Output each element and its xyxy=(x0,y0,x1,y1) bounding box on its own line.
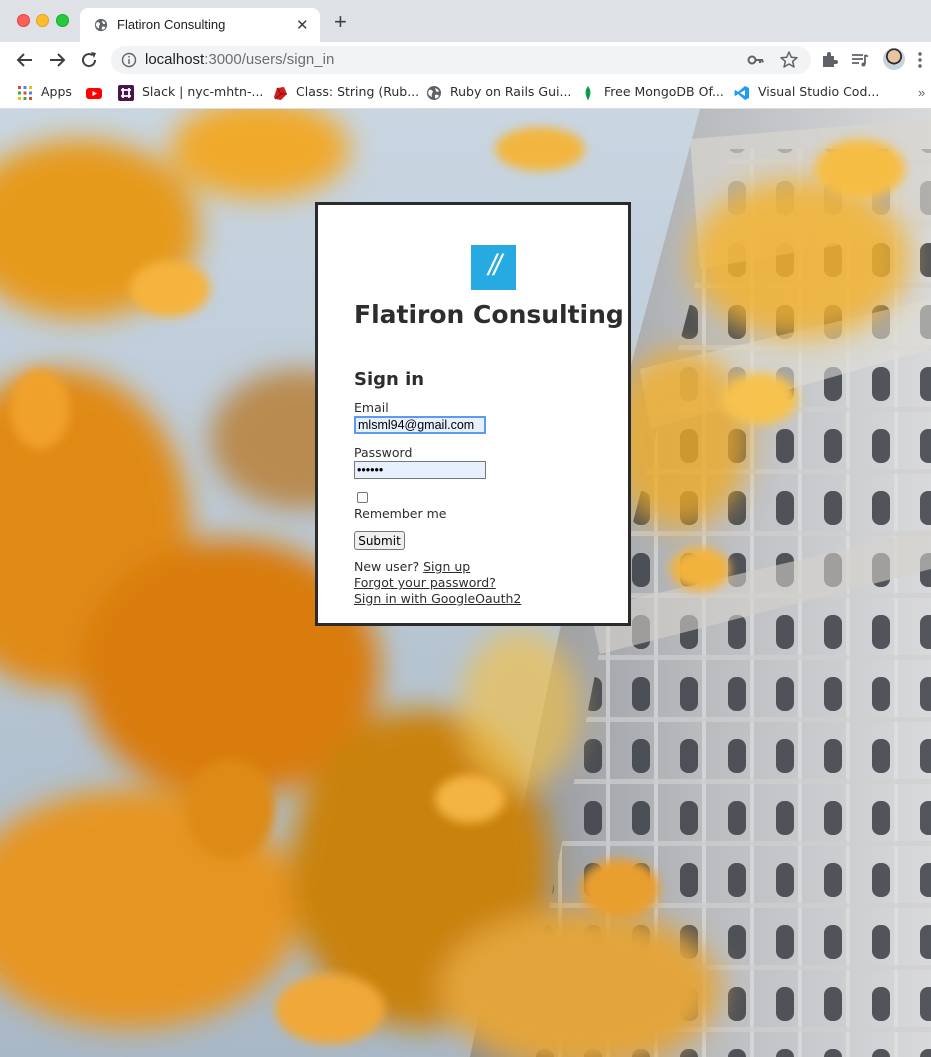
bookmark-rails-guides[interactable]: Ruby on Rails Gui... xyxy=(426,84,571,102)
url-text: localhost:3000/users/sign_in xyxy=(145,51,335,68)
brand-title: Flatiron Consulting xyxy=(354,300,624,329)
slack-icon xyxy=(118,85,134,101)
bookmark-mongodb[interactable]: Free MongoDB Of... xyxy=(580,84,724,102)
forgot-password-link[interactable]: Forgot your password? xyxy=(354,575,496,590)
globe-icon xyxy=(427,86,441,100)
info-icon[interactable] xyxy=(121,52,137,68)
minimize-window-button[interactable] xyxy=(36,14,49,27)
browser-toolbar: localhost:3000/users/sign_in xyxy=(0,42,931,78)
new-user-text: New user? xyxy=(354,559,420,574)
vscode-icon xyxy=(734,86,749,100)
bookmark-youtube[interactable] xyxy=(86,84,106,102)
reload-icon[interactable] xyxy=(77,48,101,72)
close-tab-icon[interactable]: ✕ xyxy=(296,16,309,34)
browser-tab[interactable]: Flatiron Consulting ✕ xyxy=(80,8,320,42)
bookmark-apps[interactable]: Apps xyxy=(17,84,77,102)
bookmark-star-icon[interactable] xyxy=(779,50,799,70)
mongodb-leaf-icon xyxy=(585,86,591,100)
more-menu-icon[interactable] xyxy=(918,51,922,69)
password-label: Password xyxy=(354,445,413,460)
sign-up-link[interactable]: Sign up xyxy=(423,559,470,574)
bookmark-slack[interactable]: Slack | nyc-mhtn-... xyxy=(118,84,263,102)
flatiron-logo: // xyxy=(471,245,516,290)
email-label: Email xyxy=(354,400,389,415)
new-user-line: New user? Sign up xyxy=(354,559,470,574)
login-card: // Flatiron Consulting Sign in Email Pas… xyxy=(315,202,631,626)
bookmark-ruby-string[interactable]: Class: String (Rub... xyxy=(272,84,419,102)
maximize-window-button[interactable] xyxy=(56,14,69,27)
bookmark-vscode[interactable]: Visual Studio Cod... xyxy=(734,84,879,102)
new-tab-button[interactable]: + xyxy=(334,11,347,33)
page-viewport: // Flatiron Consulting Sign in Email Pas… xyxy=(0,109,931,1057)
browser-titlebar: Flatiron Consulting ✕ + xyxy=(0,0,931,42)
profile-avatar[interactable] xyxy=(883,48,905,70)
password-field[interactable] xyxy=(354,461,486,479)
remember-me-checkbox[interactable] xyxy=(357,492,368,503)
google-oauth-link[interactable]: Sign in with GoogleOauth2 xyxy=(354,591,521,606)
media-playlist-icon[interactable] xyxy=(850,50,870,70)
extensions-puzzle-icon[interactable] xyxy=(819,50,839,70)
email-field[interactable] xyxy=(354,416,486,434)
bookmarks-bar: Apps Slack | nyc-mhtn-... Class: String … xyxy=(0,78,931,109)
back-arrow-icon[interactable] xyxy=(13,48,37,72)
more-bookmarks-button[interactable]: » xyxy=(918,85,925,100)
globe-icon xyxy=(94,18,108,32)
key-icon[interactable] xyxy=(747,51,765,69)
close-window-button[interactable] xyxy=(17,14,30,27)
sign-in-heading: Sign in xyxy=(354,369,425,390)
forward-arrow-icon[interactable] xyxy=(45,48,69,72)
tab-title: Flatiron Consulting xyxy=(117,17,226,32)
apps-grid-icon xyxy=(18,86,32,100)
youtube-icon xyxy=(86,88,102,99)
submit-button[interactable]: Submit xyxy=(354,531,405,550)
ruby-icon xyxy=(274,87,287,100)
address-bar[interactable]: localhost:3000/users/sign_in xyxy=(111,46,811,74)
remember-me-label: Remember me xyxy=(354,506,447,521)
